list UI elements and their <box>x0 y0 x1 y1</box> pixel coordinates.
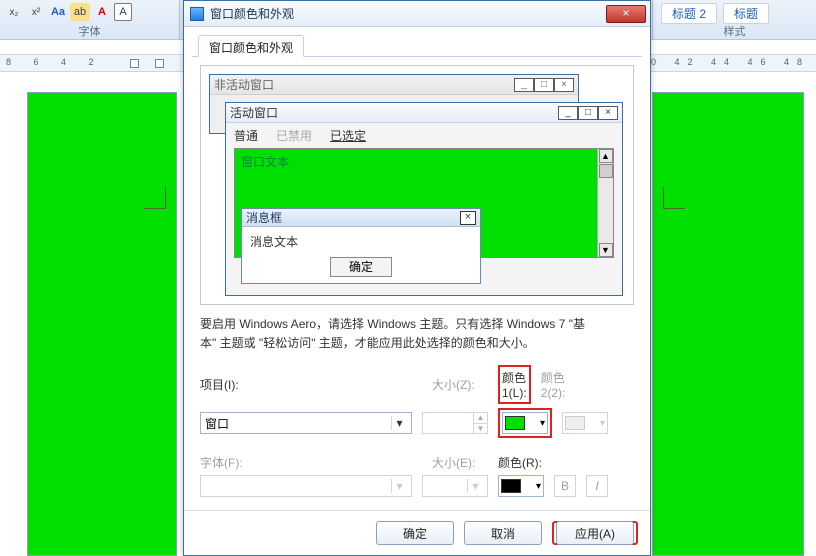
ribbon-group-font-label: 字体 <box>0 23 179 39</box>
font-label: 字体(F): <box>200 454 276 471</box>
highlight-icon[interactable]: ab <box>70 3 90 21</box>
menu-normal[interactable]: 普通 <box>234 127 258 144</box>
menu-disabled: 已禁用 <box>276 127 312 144</box>
chevron-down-icon: ▾ <box>391 479 407 493</box>
ok-button[interactable]: 确定 <box>376 521 454 545</box>
color2-swatch <box>565 416 585 430</box>
personalization-icon <box>190 7 204 21</box>
maximize-icon[interactable]: □ <box>534 78 554 92</box>
row-item: 项目(I): 大小(Z): 颜色 1(L): 颜色 2(2): <box>200 365 634 404</box>
menu-selected[interactable]: 已选定 <box>330 127 366 144</box>
ribbon-group-font: x₂ x² Aa ab A A 字体 <box>0 0 180 40</box>
active-window-title: 活动窗口 <box>230 104 278 121</box>
font-color-icon[interactable]: A <box>92 3 112 21</box>
inactive-window-title: 非活动窗口 <box>214 76 274 93</box>
close-icon[interactable]: × <box>554 78 574 92</box>
crop-mark-icon <box>663 187 685 209</box>
color2-header: 颜色 <box>541 369 565 386</box>
bold-button: B <box>554 475 576 497</box>
cancel-button[interactable]: 取消 <box>464 521 542 545</box>
style-heading2[interactable]: 标题 2 <box>661 3 717 24</box>
colorR-picker[interactable]: ▾ <box>498 475 544 497</box>
hint-line1: 要启用 Windows Aero，请选择 Windows 主题。只有选择 Win… <box>200 315 634 334</box>
ruler-ticks-left: 8 6 4 2 <box>6 57 104 67</box>
color2-label: 2(2): <box>541 386 566 400</box>
dialog-close-button[interactable]: × <box>606 5 646 23</box>
preview-menu: 普通 已禁用 已选定 <box>226 123 622 148</box>
chevron-down-icon: ▾ <box>467 479 483 493</box>
color1-header: 颜色 <box>502 369 526 386</box>
dialog-tabstrip: 窗口颜色和外观 <box>192 35 642 57</box>
dialog-title: 窗口颜色和外观 <box>210 5 606 22</box>
color1-swatch <box>505 416 525 430</box>
fsize-select: ▾ <box>422 475 488 497</box>
chevron-down-icon: ▾ <box>600 418 605 429</box>
hint-text: 要启用 Windows Aero，请选择 Windows 主题。只有选择 Win… <box>200 315 634 353</box>
subscript-icon[interactable]: x₂ <box>4 3 24 21</box>
chevron-down-icon: ▾ <box>391 416 407 430</box>
chevron-down-icon: ▾ <box>536 481 541 492</box>
scroll-up-icon[interactable]: ▲ <box>599 149 613 163</box>
spin-down-icon: ▼ <box>474 424 487 434</box>
ribbon-group-styles-label: 样式 <box>653 23 816 39</box>
apply-button[interactable]: 应用(A) <box>556 521 634 545</box>
document-page-left <box>27 92 177 556</box>
ruler-indent-marker[interactable] <box>130 59 139 68</box>
dialog-footer: 确定 取消 应用(A) <box>184 510 650 555</box>
preview-scrollbar[interactable]: ▲ ▼ <box>597 149 613 257</box>
colorR-swatch <box>501 479 521 493</box>
spin-up-icon: ▲ <box>474 413 487 424</box>
item-select-value: 窗口 <box>205 415 229 432</box>
close-icon[interactable]: × <box>598 106 618 120</box>
font-select: ▾ <box>200 475 412 497</box>
ribbon-group-styles: 标题 2 标题 样式 <box>652 0 816 40</box>
item-label: 项目(I): <box>200 376 276 393</box>
window-color-dialog: 窗口颜色和外观 × 窗口颜色和外观 非活动窗口 _ □ × 活动窗口 <box>183 0 651 556</box>
preview-panel: 非活动窗口 _ □ × 活动窗口 _ □ × <box>200 65 634 305</box>
italic-button: I <box>586 475 608 497</box>
messagebox-text: 消息文本 <box>242 227 480 254</box>
apply-highlight: 应用(A) <box>552 521 638 545</box>
dialog-content: 非活动窗口 _ □ × 活动窗口 _ □ × <box>184 57 650 510</box>
messagebox-close-icon[interactable]: × <box>460 211 476 225</box>
style-title[interactable]: 标题 <box>723 3 769 24</box>
crop-mark-icon <box>144 187 166 209</box>
color1-highlight: 颜色 1(L): <box>498 365 531 404</box>
chevron-down-icon: ▾ <box>540 418 545 429</box>
document-page-right <box>652 92 804 556</box>
superscript-icon[interactable]: x² <box>26 3 46 21</box>
maximize-icon[interactable]: □ <box>578 106 598 120</box>
messagebox-ok-button[interactable]: 确定 <box>330 257 392 277</box>
preview-window-text: 窗口文本 <box>241 153 289 170</box>
minimize-icon[interactable]: _ <box>514 78 534 92</box>
dialog-titlebar[interactable]: 窗口颜色和外观 × <box>184 1 650 27</box>
tab-window-color[interactable]: 窗口颜色和外观 <box>198 35 304 57</box>
fsize-label: 大小(E): <box>432 454 488 471</box>
preview-messagebox[interactable]: 消息框 × 消息文本 确定 <box>241 208 481 284</box>
color2-picker: ▾ <box>562 412 608 434</box>
scroll-down-icon[interactable]: ▼ <box>599 243 613 257</box>
size-spinner: ▲ ▼ <box>422 412 488 434</box>
ruler-indent-marker-2[interactable] <box>155 59 164 68</box>
row-font-labels: 字体(F): 大小(E): 颜色(R): <box>200 454 634 471</box>
minimize-icon[interactable]: _ <box>558 106 578 120</box>
messagebox-title: 消息框 <box>246 209 282 226</box>
change-case-icon[interactable]: Aa <box>48 3 68 21</box>
size-label: 大小(Z): <box>432 376 488 393</box>
colorR-label: 颜色(R): <box>498 454 558 471</box>
scroll-thumb[interactable] <box>599 164 613 178</box>
character-border-icon[interactable]: A <box>114 3 132 21</box>
row-font-controls: ▾ ▾ ▾ B I <box>200 475 634 497</box>
color1-label: 1(L): <box>502 386 527 400</box>
item-select[interactable]: 窗口 ▾ <box>200 412 412 434</box>
row-item-controls: 窗口 ▾ ▲ ▼ ▾ ▾ <box>200 408 634 438</box>
hint-line2: 本" 主题或 "轻松访问" 主题，才能应用此处选择的颜色和大小。 <box>200 334 634 353</box>
color1-picker-highlight: ▾ <box>498 408 552 438</box>
color1-picker[interactable]: ▾ <box>502 412 548 434</box>
